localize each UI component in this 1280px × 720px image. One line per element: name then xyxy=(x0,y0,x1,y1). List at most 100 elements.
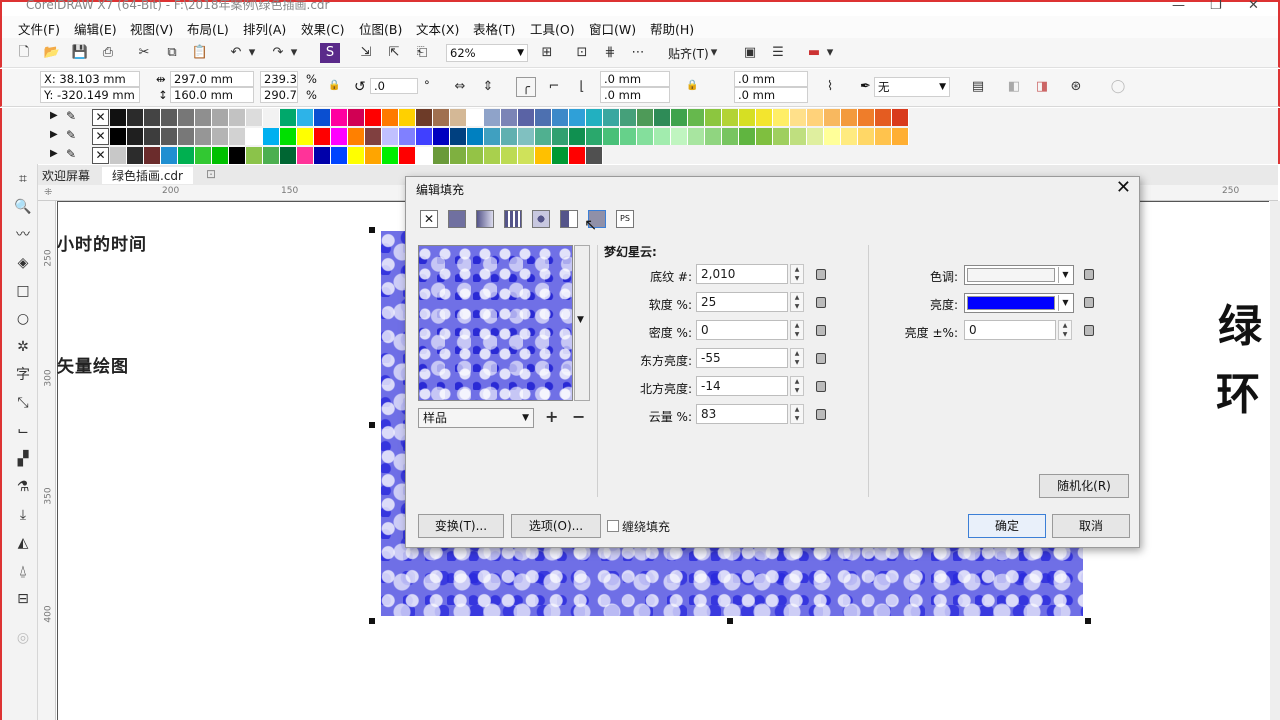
grid-icon[interactable]: ⋕ xyxy=(600,43,620,63)
mirror-vertical-icon[interactable]: ⇕ xyxy=(478,77,498,97)
spin-button[interactable]: ▲ ▼ xyxy=(1058,320,1072,340)
lock-icon[interactable] xyxy=(1084,269,1094,280)
canvas-big-char-1[interactable]: 绿 xyxy=(1218,290,1262,354)
color-swatch[interactable] xyxy=(552,109,569,126)
freehand-tool-icon[interactable]: 〰 xyxy=(13,225,33,245)
density-field[interactable]: 0 xyxy=(696,320,788,340)
blend-tool-icon[interactable]: ▞ xyxy=(13,449,33,469)
color-swatch[interactable] xyxy=(875,128,892,145)
color-swatch[interactable] xyxy=(399,128,416,145)
chamfered-corner-icon[interactable]: ⌊ xyxy=(572,77,592,97)
color-swatch[interactable] xyxy=(348,109,365,126)
unlock-icon[interactable] xyxy=(816,353,826,364)
color-swatch[interactable] xyxy=(297,147,314,164)
dialog-close-icon[interactable]: ✕ xyxy=(1116,177,1131,198)
color-swatch[interactable] xyxy=(399,109,416,126)
crop-tool-icon[interactable]: ⌗ xyxy=(13,169,33,189)
color-swatch[interactable] xyxy=(365,147,382,164)
color-swatch[interactable] xyxy=(824,109,841,126)
color-swatch[interactable] xyxy=(773,128,790,145)
rulers-icon[interactable]: ⊡ xyxy=(572,43,592,63)
palette-arrow-icon[interactable]: ▶ xyxy=(50,148,58,159)
scale-y-field[interactable]: 290.7 xyxy=(260,87,298,103)
color-swatch[interactable] xyxy=(280,128,297,145)
tab-welcome[interactable]: 欢迎屏幕 xyxy=(42,167,90,184)
palette-arrow-icon[interactable]: ▶ xyxy=(50,110,58,121)
color-swatch[interactable] xyxy=(399,147,416,164)
menu-bitmaps[interactable]: 位图(B) xyxy=(359,19,402,38)
tone-color-picker[interactable]: ▼ xyxy=(964,265,1074,285)
copy-icon[interactable]: ⧉ xyxy=(162,43,182,63)
minimize-icon[interactable]: — xyxy=(1172,0,1185,13)
color-swatch[interactable] xyxy=(229,128,246,145)
x-position-field[interactable]: X: 38.103 mm xyxy=(40,71,140,87)
lock-icon[interactable] xyxy=(816,325,826,336)
uniform-fill-icon[interactable] xyxy=(448,210,466,228)
color-swatch[interactable] xyxy=(348,128,365,145)
print-icon[interactable]: ⎙ xyxy=(98,43,118,63)
color-swatch[interactable] xyxy=(790,109,807,126)
selection-handle[interactable] xyxy=(727,618,733,624)
lock-ratio-icon[interactable]: 🔒 xyxy=(328,80,340,91)
text-tool-icon[interactable]: 字 xyxy=(13,365,33,385)
color-swatch[interactable] xyxy=(127,147,144,164)
color-swatch[interactable] xyxy=(705,128,722,145)
color-swatch[interactable] xyxy=(433,109,450,126)
corner-radius-2-field[interactable]: .0 mm xyxy=(600,87,670,103)
color-swatch[interactable] xyxy=(144,109,161,126)
color-swatch[interactable] xyxy=(144,128,161,145)
spin-button[interactable]: ▲ ▼ xyxy=(790,320,804,340)
color-swatch[interactable] xyxy=(892,109,909,126)
ruler-origin-icon[interactable]: ⁜ xyxy=(44,187,52,198)
color-swatch[interactable] xyxy=(229,147,246,164)
paste-icon[interactable]: 📋 xyxy=(190,43,210,63)
color-swatch[interactable] xyxy=(246,128,263,145)
menu-layout[interactable]: 布局(L) xyxy=(187,19,229,38)
color-swatch[interactable] xyxy=(348,147,365,164)
color-swatch[interactable] xyxy=(365,128,382,145)
color-swatch[interactable] xyxy=(688,109,705,126)
color-swatch[interactable] xyxy=(127,109,144,126)
color-swatch[interactable] xyxy=(161,147,178,164)
color-swatch[interactable] xyxy=(195,109,212,126)
color-swatch[interactable] xyxy=(195,128,212,145)
smart-fill-icon[interactable]: ◈ xyxy=(13,253,33,273)
spin-button[interactable]: ▲ ▼ xyxy=(790,348,804,368)
color-swatch[interactable] xyxy=(450,147,467,164)
color-swatch[interactable] xyxy=(484,128,501,145)
color-swatch[interactable] xyxy=(841,128,858,145)
menu-view[interactable]: 视图(V) xyxy=(130,19,173,38)
color-swatch[interactable] xyxy=(178,128,195,145)
color-swatch[interactable] xyxy=(620,109,637,126)
no-color-swatch[interactable]: ✕ xyxy=(92,128,109,145)
selection-handle[interactable] xyxy=(369,422,375,428)
publish-pdf-icon[interactable]: ⎗ xyxy=(412,43,432,63)
brightness-pm-field[interactable]: 0 xyxy=(964,320,1056,340)
randomize-button[interactable]: 随机化(R) xyxy=(1039,474,1129,498)
menu-effects[interactable]: 效果(C) xyxy=(301,19,344,38)
undo-icon[interactable]: ↶ xyxy=(226,43,246,63)
transparency-tool-icon[interactable]: ⚗ xyxy=(13,477,33,497)
selection-handle[interactable] xyxy=(369,227,375,233)
wrap-fill-checkbox[interactable] xyxy=(607,520,619,532)
color-swatch[interactable] xyxy=(603,128,620,145)
convert-to-curves-icon[interactable]: ⊛ xyxy=(1066,77,1086,97)
close-window-icon[interactable]: ✕ xyxy=(1248,0,1259,13)
color-swatch[interactable] xyxy=(501,147,518,164)
launch-dropdown-icon[interactable]: ▾ xyxy=(824,43,836,63)
spin-button[interactable]: ▲ ▼ xyxy=(790,376,804,396)
color-swatch[interactable] xyxy=(246,109,263,126)
save-icon[interactable]: 💾 xyxy=(70,43,90,63)
color-swatch[interactable] xyxy=(739,128,756,145)
menu-edit[interactable]: 编辑(E) xyxy=(74,19,117,38)
color-swatch[interactable] xyxy=(178,109,195,126)
export-icon[interactable]: ⇱ xyxy=(384,43,404,63)
color-swatch[interactable] xyxy=(637,128,654,145)
fountain-fill-icon[interactable] xyxy=(476,210,494,228)
color-swatch[interactable] xyxy=(654,128,671,145)
chevron-down-icon[interactable]: ▼ xyxy=(577,315,584,325)
lock-icon[interactable] xyxy=(816,409,826,420)
color-swatch[interactable] xyxy=(314,128,331,145)
canvas-text-vector[interactable]: 矢量绘图 xyxy=(57,352,129,377)
open-icon[interactable]: 📂 xyxy=(42,43,62,63)
